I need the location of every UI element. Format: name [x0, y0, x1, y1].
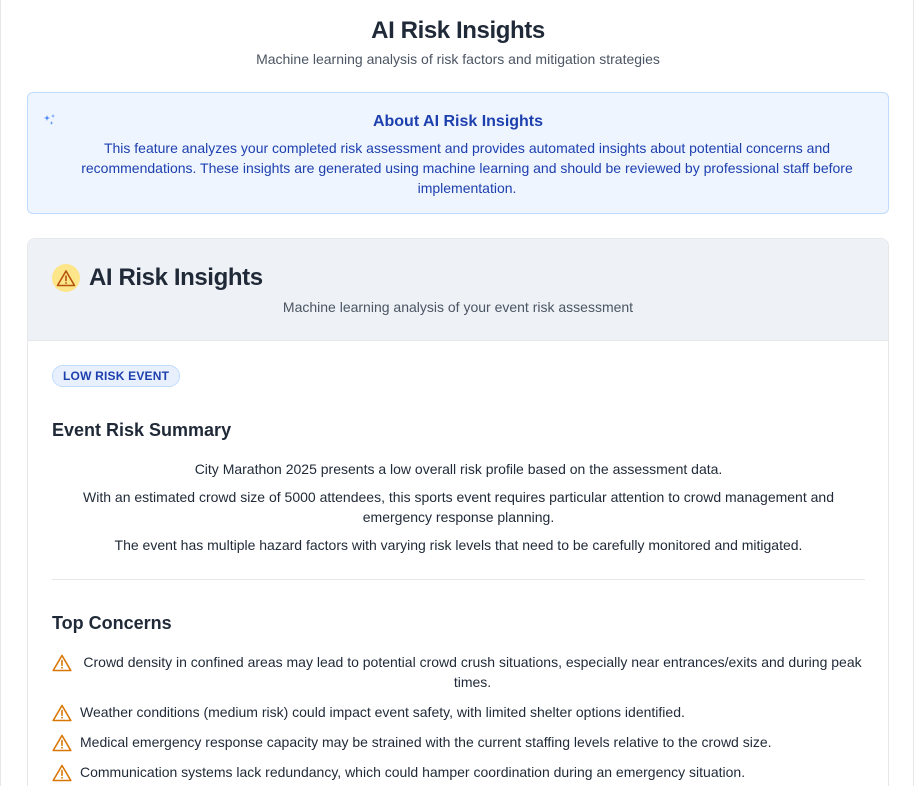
warning-icon — [52, 734, 72, 752]
card-header: AI Risk Insights Machine learning analys… — [28, 239, 888, 341]
page-header: AI Risk Insights Machine learning analys… — [1, 16, 914, 68]
concern-text: Medical emergency response capacity may … — [80, 734, 772, 750]
concern-text: Weather conditions (medium risk) could i… — [80, 704, 685, 720]
summary-paragraph: With an estimated crowd size of 5000 att… — [83, 489, 834, 525]
concern-item: Communication systems lack redundancy, w… — [52, 762, 865, 782]
insights-card: AI Risk Insights Machine learning analys… — [27, 238, 889, 786]
summary-paragraph: The event has multiple hazard factors wi… — [114, 537, 803, 553]
concern-item: Weather conditions (medium risk) could i… — [52, 702, 865, 722]
summary-paragraph: City Marathon 2025 presents a low overal… — [194, 461, 723, 477]
top-concerns-title: Top Concerns — [52, 613, 172, 633]
risk-level-badge: LOW RISK EVENT — [52, 365, 181, 387]
card-subtitle: Machine learning analysis of your event … — [282, 299, 634, 315]
event-risk-summary-title: Event Risk Summary — [52, 420, 232, 440]
warning-icon — [52, 264, 80, 292]
warning-icon — [52, 704, 72, 722]
warning-icon — [52, 654, 72, 672]
top-concerns-list: Crowd density in confined areas may lead… — [52, 652, 865, 786]
concern-item: Medical emergency response capacity may … — [52, 732, 865, 752]
event-risk-summary: City Marathon 2025 presents a low overal… — [52, 459, 865, 563]
about-info-box: About AI Risk Insights This feature anal… — [27, 92, 889, 214]
page-title: AI Risk Insights — [371, 17, 545, 44]
card-title: AI Risk Insights — [89, 264, 263, 291]
warning-icon — [52, 764, 72, 782]
section-divider — [52, 579, 865, 580]
concern-text: Crowd density in confined areas may lead… — [83, 654, 862, 690]
about-description: This feature analyzes your completed ris… — [81, 140, 853, 196]
concern-text: Communication systems lack redundancy, w… — [80, 764, 746, 780]
page-subtitle: Machine learning analysis of risk factor… — [256, 51, 660, 67]
about-title: About AI Risk Insights — [372, 113, 544, 130]
concern-item: Crowd density in confined areas may lead… — [52, 652, 865, 692]
page-frame: AI Risk Insights Machine learning analys… — [0, 0, 914, 786]
